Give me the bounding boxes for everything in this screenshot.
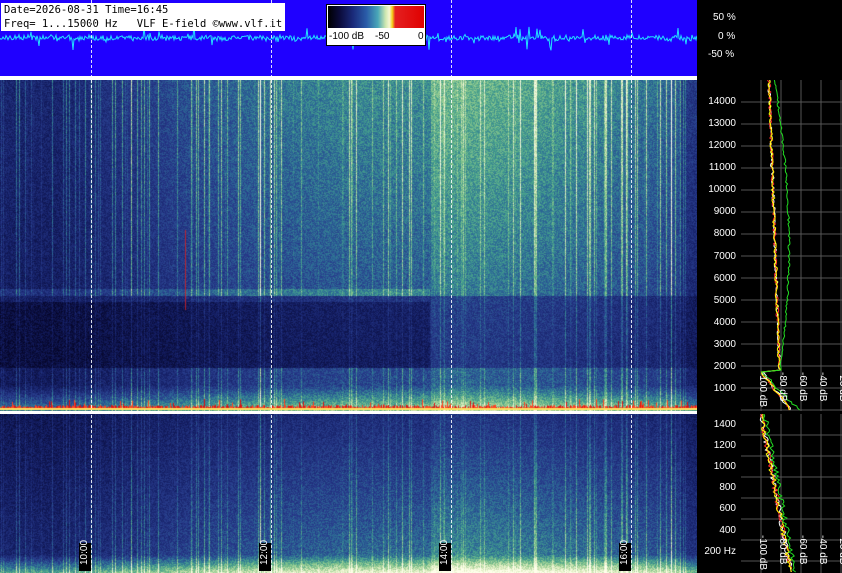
spectrum-profile-upper <box>741 80 842 411</box>
frequency-label: 200 Hz <box>704 545 736 557</box>
db-label: -60 dB <box>797 372 808 402</box>
time-label: 10:00 <box>79 540 91 571</box>
frequency-label: 6000 <box>713 272 736 284</box>
time-label: 12:00 <box>259 540 271 571</box>
date-time-label: Date=2026-08-31 Time=16:45 <box>4 4 169 16</box>
profile-line-white <box>762 80 791 411</box>
frequency-label: 13000 <box>708 118 736 130</box>
info-box: Date=2026-08-31 Time=16:45 Freq= 1...150… <box>1 3 286 31</box>
frequency-label: 800 <box>719 482 736 494</box>
frequency-label: 3000 <box>713 338 736 350</box>
time-gridline <box>451 0 452 573</box>
db-label: -100 dB <box>757 372 768 408</box>
time-label-text: 12:00 <box>259 539 270 565</box>
spectrogram-lower <box>0 414 697 573</box>
frequency-label: 1400 <box>713 418 736 430</box>
db-label: -100 dB <box>757 535 768 571</box>
time-label-text: 14:00 <box>439 539 450 565</box>
color-scale-high-label: 0 <box>418 31 424 42</box>
time-gridline <box>271 0 272 573</box>
frequency-label: 1200 <box>713 439 736 451</box>
db-label: -60 dB <box>797 535 808 565</box>
waveform-scale-label: 50 % <box>713 12 736 23</box>
db-label: -40 dB <box>817 372 828 402</box>
color-scale-low-label: -100 dB <box>329 31 365 42</box>
frequency-label: 10000 <box>708 184 736 196</box>
waveform-scale-label: -50 % <box>708 49 735 60</box>
time-label: 16:00 <box>619 540 631 571</box>
frequency-label: 8000 <box>713 228 736 240</box>
frequency-label: 4000 <box>713 316 736 328</box>
frequency-label: 2000 <box>713 360 736 372</box>
time-label-text: 16:00 <box>619 539 630 565</box>
time-gridline <box>91 0 92 573</box>
waveform-panel: Date=2026-08-31 Time=16:45 Freq= 1...150… <box>0 0 697 76</box>
frequency-source-label: Freq= 1...15000 Hz VLF E-field ©www.vlf.… <box>4 18 283 30</box>
time-gridline <box>631 0 632 573</box>
time-label: 14:00 <box>439 540 451 571</box>
color-scale-mid-label: -50 <box>375 31 390 42</box>
frequency-label: 1000 <box>713 382 736 394</box>
frequency-label: 14000 <box>708 96 736 108</box>
color-scale: -100 dB -50 0 <box>326 4 426 46</box>
frequency-label: 5000 <box>713 294 736 306</box>
profile-line-red <box>760 80 791 411</box>
db-label: -80 dB <box>777 535 788 565</box>
frequency-label: 9000 <box>713 206 736 218</box>
db-label: -20 dB <box>837 535 842 565</box>
frequency-label: 7000 <box>713 250 736 262</box>
db-label: -80 dB <box>777 372 788 402</box>
frequency-label: 12000 <box>708 140 736 152</box>
frequency-label: 600 <box>719 503 736 515</box>
db-label: -40 dB <box>817 535 828 565</box>
waveform-scale-label: 0 % <box>718 31 736 42</box>
time-label-text: 10:00 <box>79 539 90 565</box>
spectrogram-upper <box>0 80 697 411</box>
frequency-label: 1000 <box>713 461 736 472</box>
db-label: -20 dB <box>837 372 842 402</box>
frequency-label: 11000 <box>708 162 736 174</box>
color-scale-gradient <box>328 6 424 28</box>
frequency-label: 400 <box>719 524 736 536</box>
